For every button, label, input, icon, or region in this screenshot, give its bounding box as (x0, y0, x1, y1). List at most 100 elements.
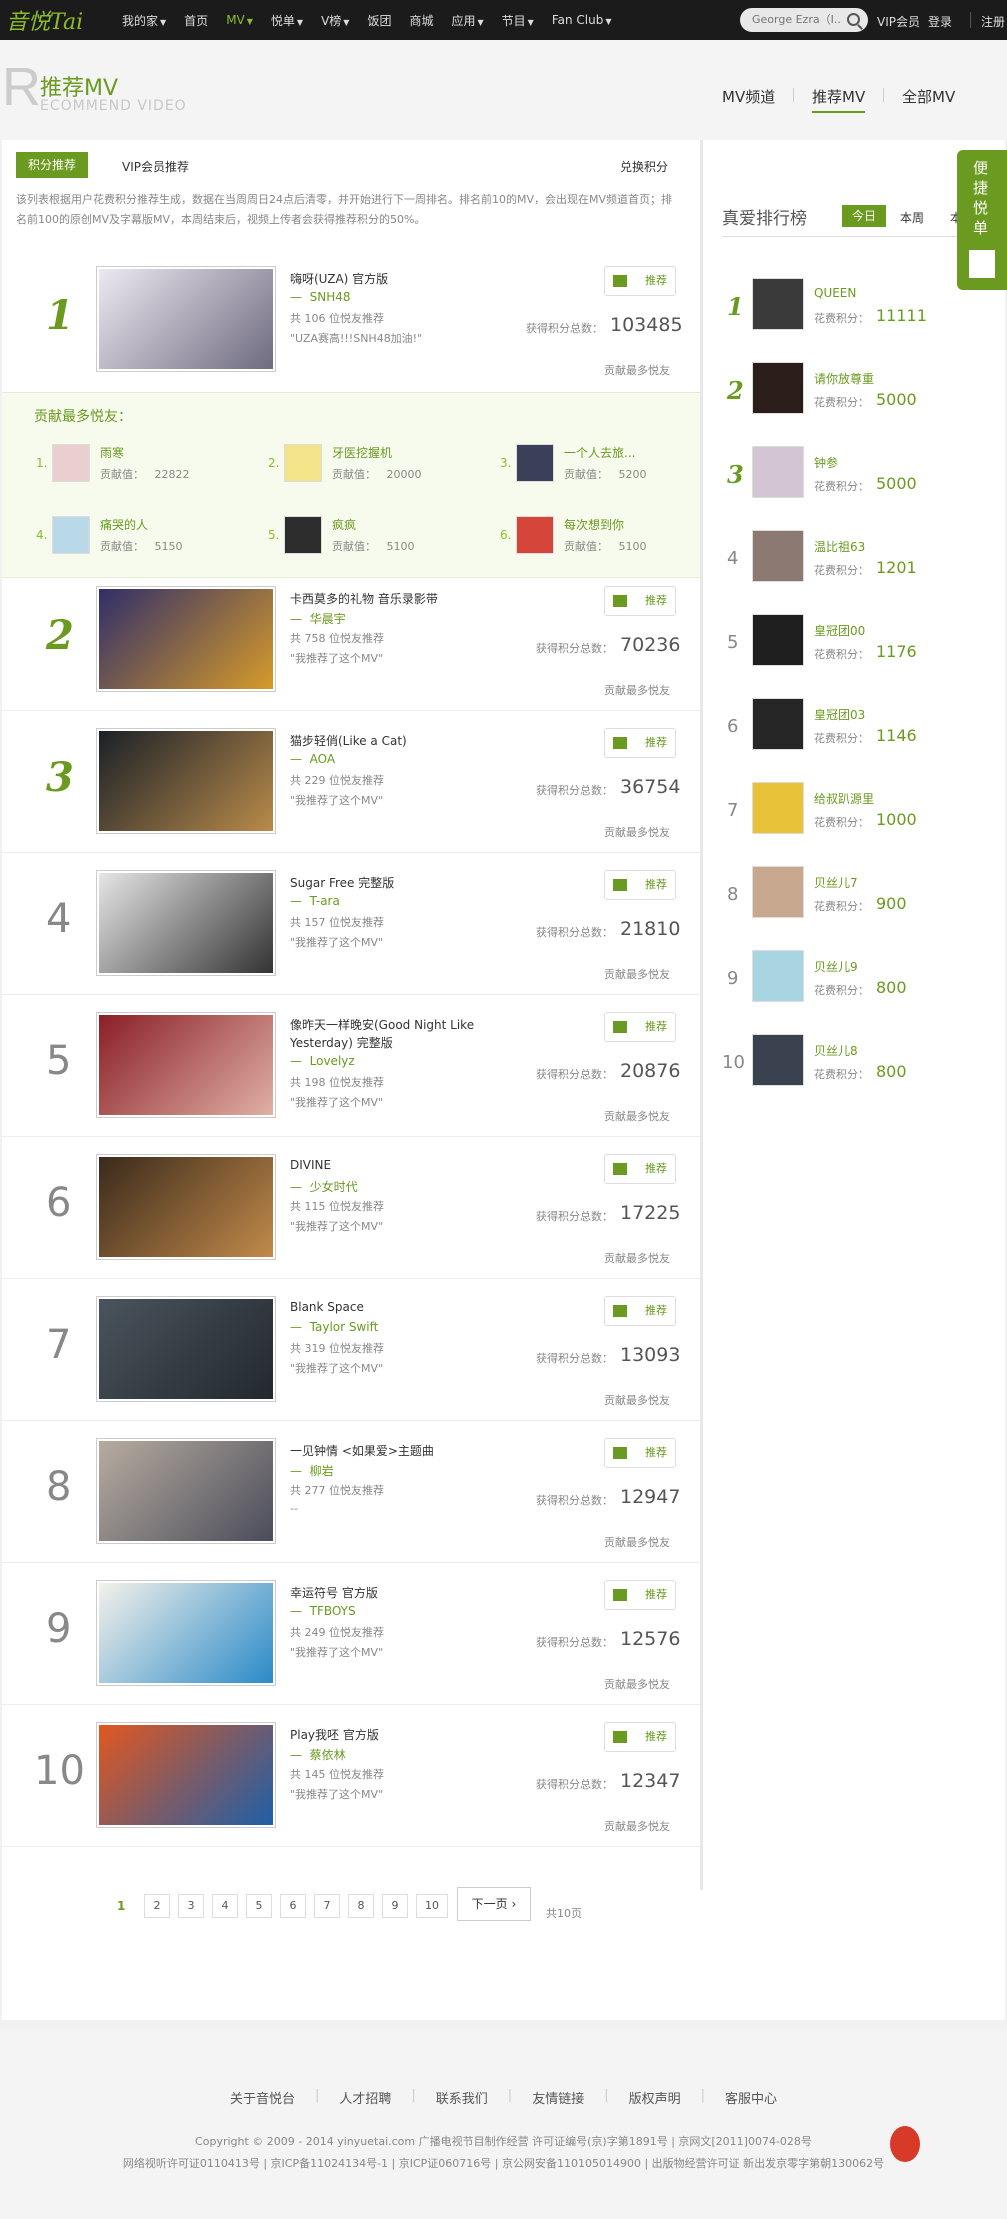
avatar[interactable] (752, 278, 804, 330)
vip-link[interactable]: VIP会员 (877, 13, 920, 30)
mv-artist[interactable]: — 少女时代 (290, 1178, 358, 1195)
mv-artist[interactable]: — 蔡依林 (290, 1746, 346, 1763)
nav-fanclub[interactable]: Fan Club ▼ (552, 13, 612, 27)
page-button[interactable]: 8 (348, 1894, 374, 1918)
recommend-button[interactable]: 推荐 (604, 870, 676, 900)
mv-thumbnail[interactable] (96, 1438, 276, 1544)
mv-title[interactable]: 幸运符号 官方版 (290, 1584, 378, 1601)
mv-title[interactable]: Play我呸 官方版 (290, 1726, 379, 1743)
search-input[interactable] (752, 13, 842, 26)
ranking-name[interactable]: 皇冠团03 (814, 706, 865, 723)
login-link[interactable]: 登录 (928, 13, 952, 30)
page-button[interactable]: 4 (212, 1894, 238, 1918)
recommend-button[interactable]: 推荐 (604, 1012, 676, 1042)
mv-artist[interactable]: — 柳岩 (290, 1462, 334, 1479)
mv-artist[interactable]: — TFBOYS (290, 1604, 356, 1618)
ranking-name[interactable]: 贝丝儿7 (814, 874, 858, 891)
mv-title[interactable]: 猫步轻俏(Like a Cat) (290, 732, 407, 749)
nav-mv[interactable]: MV ▼ (226, 13, 253, 27)
recommend-button[interactable]: 推荐 (604, 728, 676, 758)
page-button[interactable]: 3 (178, 1894, 204, 1918)
tab-points-recommend[interactable]: 积分推荐 (16, 152, 88, 178)
mv-artist[interactable]: — Taylor Swift (290, 1320, 378, 1334)
ranking-name[interactable]: 请你放尊重 (814, 370, 874, 387)
mv-artist[interactable]: — T-ara (290, 894, 340, 908)
recommend-button[interactable]: 推荐 (604, 586, 676, 616)
ranking-name[interactable]: 贝丝儿8 (814, 1042, 858, 1059)
avatar[interactable] (284, 444, 322, 482)
contributor-name[interactable]: 一个人去旅... (564, 444, 635, 461)
contributor-name[interactable]: 疯疯 (332, 516, 356, 533)
top-fans-link[interactable]: 贡献最多悦友 (604, 1676, 670, 1692)
contributor-name[interactable]: 痛哭的人 (100, 516, 148, 533)
footer-link-about[interactable]: 关于音悦台 (230, 2088, 295, 2107)
nav-home[interactable]: 首页 (184, 12, 208, 29)
mv-thumbnail[interactable] (96, 1296, 276, 1402)
mv-title[interactable]: 像昨天一样晚安(Good Night Like Yesterday) 完整版 (290, 1016, 480, 1052)
avatar[interactable] (752, 614, 804, 666)
avatar[interactable] (752, 362, 804, 414)
mv-title[interactable]: DIVINE (290, 1158, 331, 1172)
avatar[interactable] (752, 1034, 804, 1086)
recommend-button[interactable]: 推荐 (604, 1580, 676, 1610)
top-fans-link[interactable]: 贡献最多悦友 (604, 1250, 670, 1266)
footer-link-jobs[interactable]: 人才招聘 (339, 2088, 391, 2107)
search-icon[interactable] (847, 13, 860, 26)
ranking-name[interactable]: 贝丝儿9 (814, 958, 858, 975)
top-fans-link[interactable]: 贡献最多悦友 (604, 824, 670, 840)
avatar[interactable] (752, 866, 804, 918)
ranking-name[interactable]: 钟参 (814, 454, 838, 471)
top-fans-link[interactable]: 贡献最多悦友 (604, 1818, 670, 1834)
tab-recommend-mv[interactable]: 推荐MV (812, 86, 866, 113)
top-fans-link[interactable]: 贡献最多悦友 (604, 1392, 670, 1408)
top-fans-link[interactable]: 贡献最多悦友 (604, 362, 670, 378)
avatar[interactable] (752, 446, 804, 498)
mv-title[interactable]: 一见钟情 <如果爱>主题曲 (290, 1442, 434, 1459)
ranking-name[interactable]: 温比祖63 (814, 538, 865, 555)
mv-artist[interactable]: — 华晨宇 (290, 610, 346, 627)
page-button[interactable]: 5 (246, 1894, 272, 1918)
footer-link-friends[interactable]: 友情链接 (532, 2088, 584, 2107)
avatar[interactable] (52, 444, 90, 482)
page-button[interactable]: 6 (280, 1894, 306, 1918)
ranking-name[interactable]: QUEEN (814, 286, 856, 300)
nav-apps[interactable]: 应用 ▼ (451, 12, 483, 29)
contributor-name[interactable]: 牙医挖握机 (332, 444, 392, 461)
nav-shop[interactable]: 商城 (409, 12, 433, 29)
recommend-button[interactable]: 推荐 (604, 1722, 676, 1752)
recommend-button[interactable]: 推荐 (604, 1154, 676, 1184)
recommend-button[interactable]: 推荐 (604, 1438, 676, 1468)
nav-playlist[interactable]: 悦单 ▼ (271, 12, 303, 29)
mv-thumbnail[interactable] (96, 586, 276, 692)
contributor-name[interactable]: 雨寒 (100, 444, 124, 461)
tab-vip-recommend[interactable]: VIP会员推荐 (122, 158, 189, 175)
mv-artist[interactable]: — AOA (290, 752, 335, 766)
mv-thumbnail[interactable] (96, 1722, 276, 1828)
avatar[interactable] (752, 698, 804, 750)
ranking-tab-week[interactable]: 本周 (900, 209, 924, 226)
nav-my-home[interactable]: 我的家 ▼ (122, 12, 166, 29)
mv-thumbnail[interactable] (96, 1154, 276, 1260)
footer-link-contact[interactable]: 联系我们 (436, 2088, 488, 2107)
mv-title[interactable]: 卡西莫多的礼物 音乐录影带 (290, 590, 438, 607)
ranking-name[interactable]: 给叔趴源里 (814, 790, 874, 807)
contributor-name[interactable]: 每次想到你 (564, 516, 624, 533)
register-link[interactable]: 注册 (981, 13, 1005, 30)
top-fans-link[interactable]: 贡献最多悦友 (604, 1534, 670, 1550)
recommend-button[interactable]: 推荐 (604, 1296, 676, 1326)
mv-thumbnail[interactable] (96, 266, 276, 372)
nav-vchart[interactable]: V榜 ▼ (321, 12, 349, 29)
top-fans-link[interactable]: 贡献最多悦友 (604, 1108, 670, 1124)
site-logo[interactable]: 音悦Tai (6, 4, 83, 36)
ranking-tab-today[interactable]: 今日 (842, 205, 886, 227)
page-button[interactable]: 10 (416, 1894, 448, 1918)
mv-title[interactable]: Sugar Free 完整版 (290, 874, 394, 891)
avatar[interactable] (752, 530, 804, 582)
page-button[interactable]: 7 (314, 1894, 340, 1918)
mv-thumbnail[interactable] (96, 1012, 276, 1118)
page-current[interactable]: 1 (117, 1899, 125, 1913)
avatar[interactable] (516, 444, 554, 482)
mv-artist[interactable]: — Lovelyz (290, 1054, 355, 1068)
redeem-points-link[interactable]: 兑换积分 (620, 158, 668, 175)
avatar[interactable] (752, 950, 804, 1002)
